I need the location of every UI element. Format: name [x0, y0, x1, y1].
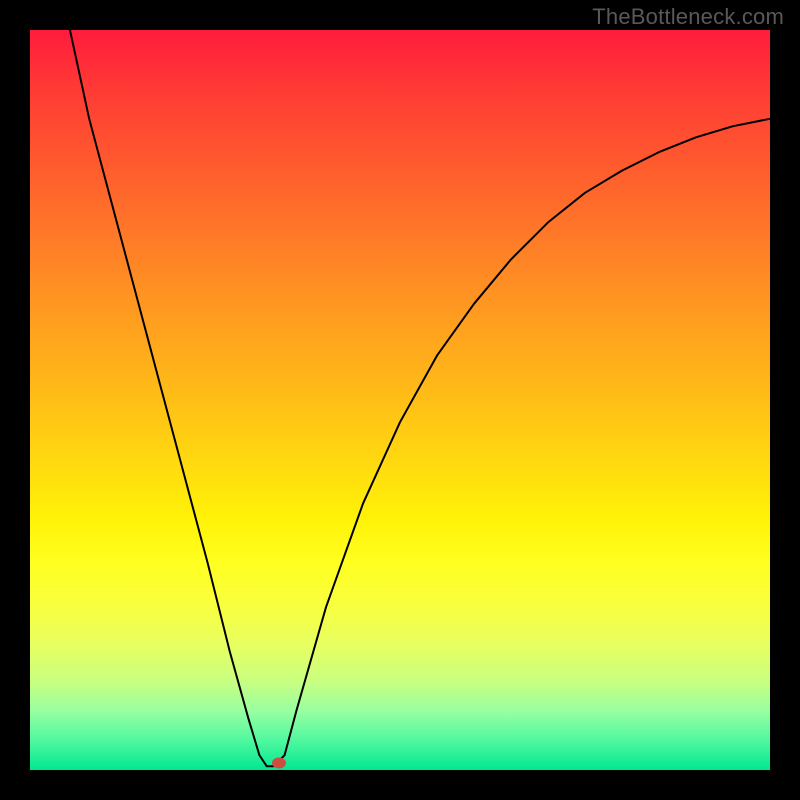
plot-area — [30, 30, 770, 770]
chart-frame: TheBottleneck.com — [0, 0, 800, 800]
curve-svg — [30, 30, 770, 770]
minimum-marker — [272, 757, 286, 768]
watermark-text: TheBottleneck.com — [592, 4, 784, 30]
bottleneck-curve — [70, 30, 770, 766]
